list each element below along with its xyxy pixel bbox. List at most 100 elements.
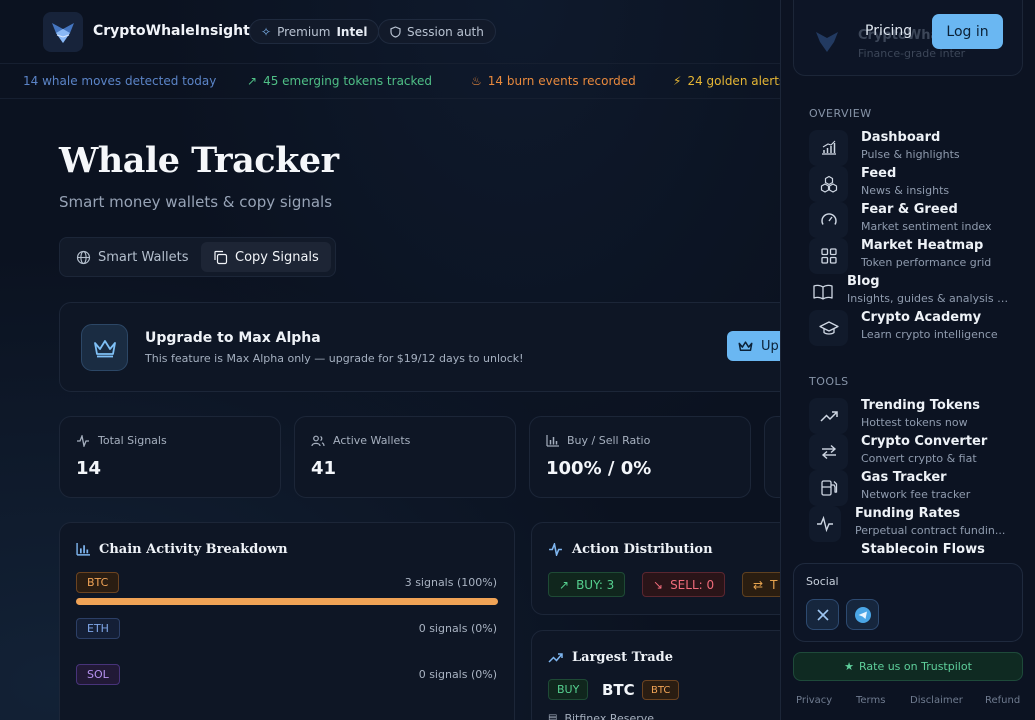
- footer-terms-link[interactable]: Terms: [856, 695, 885, 706]
- bar-chart-icon: [76, 543, 90, 556]
- crown-icon: [738, 340, 753, 351]
- page-subtitle: Smart money wallets & copy signals: [59, 193, 333, 211]
- nav-sidebar: CryptoWha Finance-grade inter Pricing Lo…: [780, 0, 1035, 720]
- sidebar-item-sub: Learn crypto intelligence: [861, 328, 998, 341]
- ticker-item: ⚡ 24 golden alerts: [673, 74, 780, 88]
- view-tabs: Smart Wallets Copy Signals: [59, 237, 336, 277]
- chart-icon: [809, 130, 848, 166]
- sidebar-item-dashboard[interactable]: Dashboard Pulse & highlights: [809, 130, 1019, 166]
- stat-label-row: Total Signals: [76, 434, 167, 447]
- tab-smart-wallets[interactable]: Smart Wallets: [64, 242, 201, 272]
- ticker-text: 14 whale moves detected today: [23, 74, 217, 88]
- ticker-text: 45 emerging tokens tracked: [263, 74, 433, 88]
- trade-source: Bitfinex Reserve: [564, 712, 655, 720]
- tab-copy-signals[interactable]: Copy Signals: [201, 242, 331, 272]
- swap-icon: ⇄: [753, 577, 764, 592]
- tab-label: Smart Wallets: [98, 249, 189, 265]
- sidebar-item-crypto-academy[interactable]: Crypto Academy Learn crypto intelligence: [809, 310, 1019, 346]
- stat-value: 41: [311, 458, 337, 479]
- transfer-count: T: [770, 577, 778, 592]
- whale-logo-icon[interactable]: [43, 12, 83, 52]
- chain-tag-eth: ETH: [76, 618, 120, 639]
- swap-icon: [809, 434, 848, 470]
- stat-label: Total Signals: [98, 434, 167, 447]
- sidebar-item-funding-rates[interactable]: Funding Rates Perpetual contract fundin.…: [809, 506, 1019, 542]
- sidebar-item-label: Feed: [861, 166, 897, 181]
- sidebar-item-sub: Pulse & highlights: [861, 148, 960, 161]
- chain-tag-btc: BTC: [76, 572, 120, 593]
- shield-icon: [390, 25, 401, 38]
- chain-activity-card: Chain Activity Breakdown BTC 3 signals (…: [59, 522, 515, 720]
- sidebar-item-label: Gas Tracker: [861, 470, 947, 485]
- trade-action-badge: BUY: [548, 679, 589, 700]
- largest-trade-card: Largest Trade BUY BTC BTC ▤ Bitfinex Res…: [531, 630, 811, 720]
- pricing-link[interactable]: Pricing: [865, 23, 912, 39]
- book-icon: [809, 274, 837, 310]
- footer-disclaimer-link[interactable]: Disclaimer: [910, 695, 963, 706]
- sidebar-section-overview: OVERVIEW: [809, 107, 872, 120]
- stat-label-row: Buy / Sell Ratio: [546, 434, 650, 447]
- sidebar-item-market-heatmap[interactable]: Market Heatmap Token performance grid: [809, 238, 1019, 274]
- activity-icon: [549, 543, 562, 556]
- sidebar-item-fear-greed[interactable]: Fear & Greed Market sentiment index: [809, 202, 1019, 238]
- chain-count: 0 signals (0%): [418, 668, 497, 681]
- chain-tag-sol: SOL: [76, 664, 120, 685]
- stat-active-wallets: Active Wallets 41: [294, 416, 516, 498]
- bar-chart-icon: [546, 434, 559, 447]
- sidebar-item-crypto-converter[interactable]: Crypto Converter Convert crypto & fiat: [809, 434, 1019, 470]
- chain-bar-fill: [76, 598, 498, 605]
- buy-count-badge: ↗ BUY: 3: [548, 572, 626, 597]
- upgrade-banner: Upgrade to Max Alpha This feature is Max…: [59, 302, 799, 392]
- sidebar-item-sub: Hottest tokens now: [861, 416, 968, 429]
- sidebar-item-gas-tracker[interactable]: Gas Tracker Network fee tracker: [809, 470, 1019, 506]
- card-title-row: Largest Trade: [548, 650, 673, 665]
- sidebar-item-sub: Perpetual contract fundin...: [855, 524, 1006, 537]
- premium-intel-badge[interactable]: ✧ Premium Intel: [249, 19, 380, 44]
- trade-source-row: ▤ Bitfinex Reserve: [548, 712, 654, 720]
- sidebar-item-sub: Market sentiment index: [861, 220, 992, 233]
- footer-privacy-link[interactable]: Privacy: [796, 695, 832, 706]
- footer-refund-link[interactable]: Refund: [985, 695, 1020, 706]
- whale-logo-icon: [816, 32, 838, 52]
- globe-icon: [76, 250, 91, 264]
- page-title: Whale Tracker: [59, 140, 339, 181]
- brand-name[interactable]: CryptoWhaleInsights: [93, 23, 258, 39]
- upgrade-title: Upgrade to Max Alpha: [145, 330, 321, 346]
- card-title-row: Action Distribution: [548, 542, 713, 557]
- sidebar-item-feed[interactable]: Feed News & insights: [809, 166, 1019, 202]
- telegram-button[interactable]: [846, 599, 879, 630]
- card-title: Largest Trade: [572, 650, 673, 665]
- copy-icon: [214, 250, 228, 264]
- sell-count: SELL: 0: [670, 577, 715, 592]
- ticker-item: ↗ 45 emerging tokens tracked: [247, 74, 432, 88]
- sidebar-section-tools: TOOLS: [809, 375, 849, 388]
- premium-label: Premium: [277, 24, 331, 39]
- upgrade-button-label: Up: [761, 338, 779, 354]
- session-auth-badge[interactable]: Session auth: [378, 19, 496, 44]
- upgrade-description: This feature is Max Alpha only — upgrade…: [145, 352, 524, 365]
- sell-count-badge: ↘ SELL: 0: [642, 572, 726, 597]
- pulse-icon: [809, 506, 841, 542]
- buy-count: BUY: 3: [576, 577, 615, 592]
- graduation-cap-icon: [809, 310, 848, 346]
- stat-value: 100% / 0%: [546, 458, 652, 479]
- sidebar-item-stablecoin-flows[interactable]: Stablecoin Flows: [809, 542, 1019, 562]
- sidebar-item-label: Funding Rates: [855, 506, 961, 521]
- lightning-icon: ⚡: [673, 74, 682, 88]
- social-label: Social: [806, 575, 839, 588]
- card-title: Action Distribution: [572, 542, 713, 557]
- users-icon: [311, 435, 325, 446]
- x-twitter-button[interactable]: [806, 599, 839, 630]
- sidebar-item-sub: News & insights: [861, 184, 950, 197]
- trending-up-icon: [548, 652, 563, 663]
- trade-chain-tag: BTC: [642, 680, 680, 700]
- stat-label: Active Wallets: [333, 434, 411, 447]
- sparkle-icon: ✧: [261, 24, 272, 39]
- x-logo-icon: [816, 608, 829, 621]
- login-button[interactable]: Log in: [932, 14, 1003, 49]
- sidebar-item-blog[interactable]: Blog Insights, guides & analysis f...: [809, 274, 1019, 310]
- trustpilot-button[interactable]: ★ Rate us on Trustpilot: [793, 652, 1023, 681]
- ticker-item: ♨ 14 burn events recorded: [471, 74, 636, 88]
- chain-bar-track: [76, 598, 498, 605]
- sidebar-item-trending-tokens[interactable]: Trending Tokens Hottest tokens now: [809, 398, 1019, 434]
